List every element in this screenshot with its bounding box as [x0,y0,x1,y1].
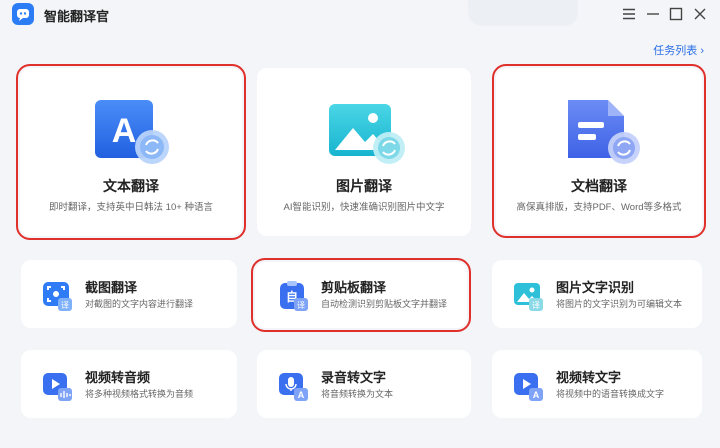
card-title: 文档翻译 [571,178,627,194]
document-translate-icon [566,98,642,166]
card-title: 图片文字识别 [556,280,635,295]
title-decoration [468,0,578,26]
card-subtitle: 即时翻译，支持英中日韩法 10+ 种语言 [49,202,213,213]
text-translate-icon: A [95,100,171,166]
card-subtitle: 对截图的文字内容进行翻译 [85,299,194,309]
card-title: 截图翻译 [85,280,138,295]
screenshot-translate-card[interactable]: 译 截图翻译 对截图的文字内容进行翻译 [21,260,237,328]
card-title: 视频转文字 [556,370,622,385]
card-subtitle: 将视频中的语音转换成文字 [556,389,665,399]
title-bar: 智能翻译官 [0,0,720,28]
screenshot-translate-icon: 译 [41,280,73,312]
card-title: 录音转文字 [321,370,387,385]
audio-to-text-card[interactable]: A 录音转文字 将音频转换为文本 [257,350,471,418]
translate-badge: 译 [532,301,540,310]
clipboard-translate-card[interactable]: 自 译 剪贴板翻译 自动检测识别剪贴板文字并翻译 [251,258,471,332]
translate-badge: 译 [61,301,69,310]
video-to-audio-card[interactable]: 视频转音频 将多种视频格式转换为音频 [21,350,237,418]
minimize-icon[interactable] [643,4,663,24]
card-subtitle: 自动检测识别剪贴板文字并翻译 [321,299,448,309]
video-to-audio-icon [41,370,73,402]
svg-text:A: A [112,112,137,150]
card-subtitle: AI智能识别，快速准确识别图片中文字 [283,202,445,213]
image-translate-card[interactable]: 图片翻译 AI智能识别，快速准确识别图片中文字 [257,68,471,236]
card-title: 图片翻译 [336,178,392,194]
video-to-text-card[interactable]: A 视频转文字 将视频中的语音转换成文字 [492,350,702,418]
card-title: 剪贴板翻译 [321,280,387,295]
translate-badge: 译 [297,301,305,310]
card-subtitle: 将多种视频格式转换为音频 [85,389,194,399]
card-title: 文本翻译 [103,178,159,194]
audio-badge: A [533,390,540,400]
maximize-icon[interactable] [666,4,686,24]
text-translate-card[interactable]: A 文本翻译 即时翻译，支持英中日韩法 10+ 种语言 [16,64,246,240]
audio-to-text-icon: A [277,370,309,402]
close-icon[interactable] [690,4,710,24]
video-to-text-icon: A [512,370,544,402]
clipboard-translate-icon: 自 译 [277,280,309,312]
card-title: 视频转音频 [85,370,151,385]
document-translate-card[interactable]: 文档翻译 高保真排版，支持PDF、Word等多格式 [492,64,706,238]
task-list-link[interactable]: 任务列表 › [653,42,704,58]
menu-icon[interactable] [619,4,639,24]
app-logo-icon [12,3,34,25]
card-subtitle: 将音频转换为文本 [321,389,394,399]
audio-badge: A [298,390,305,400]
card-subtitle: 高保真排版，支持PDF、Word等多格式 [516,202,682,213]
image-translate-icon [329,100,405,166]
image-ocr-icon: 译 [512,280,544,312]
card-subtitle: 将图片的文字识别为可编辑文本 [556,299,683,309]
image-ocr-card[interactable]: 译 图片文字识别 将图片的文字识别为可编辑文本 [492,260,702,328]
app-title: 智能翻译官 [44,9,110,24]
